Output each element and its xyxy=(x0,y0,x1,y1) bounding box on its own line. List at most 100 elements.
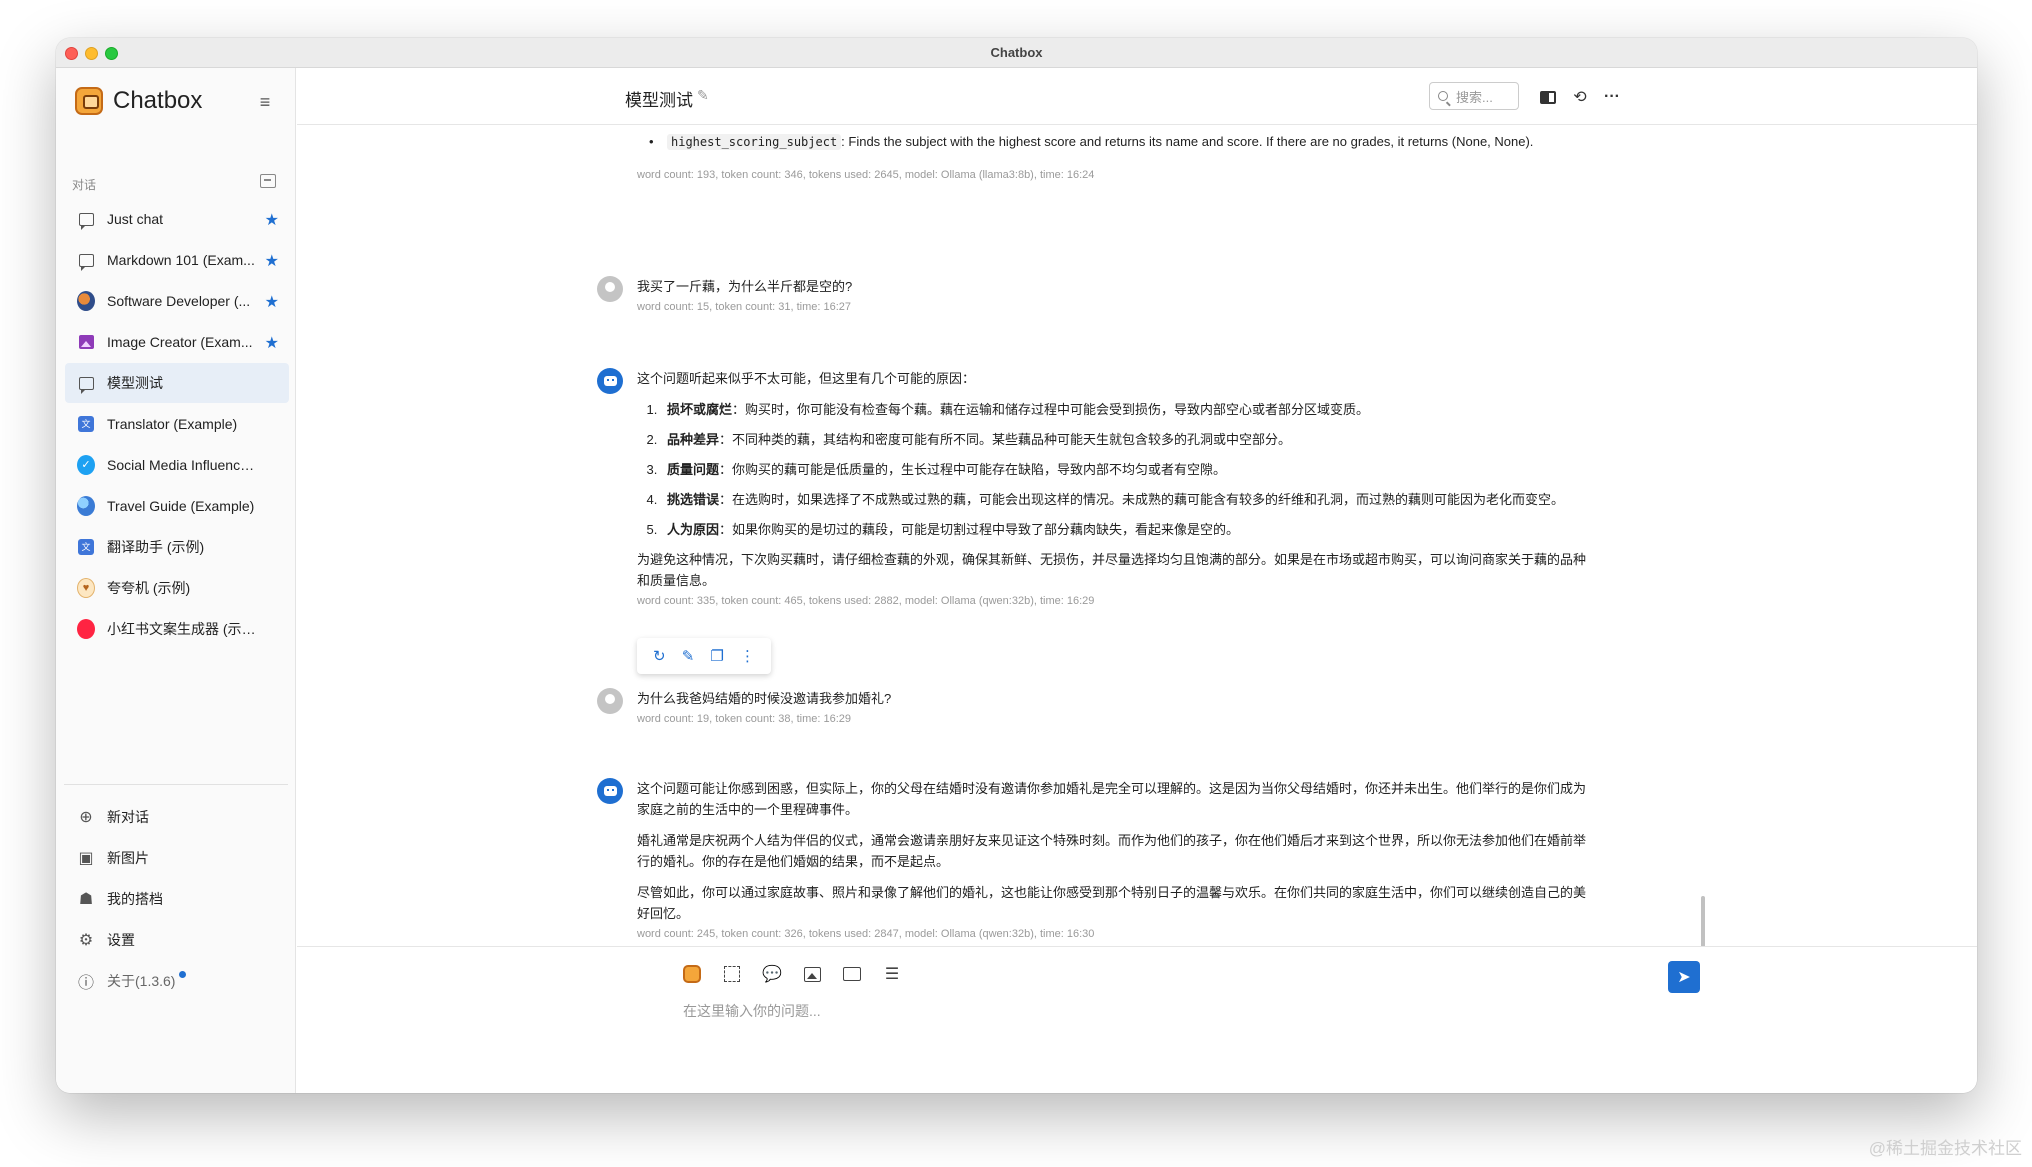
edit-title-icon[interactable]: ✎ xyxy=(697,87,709,104)
new-chat-label: 新对话 xyxy=(107,808,149,825)
message-paragraph: 尽管如此，你可以通过家庭故事、照片和录像了解他们的婚礼，这也能让你感受到那个特别… xyxy=(637,885,1587,921)
conversation-label: 夸夸机 (示例) xyxy=(107,580,191,596)
list-item: 损坏或腐烂：购买时，你可能没有检查每个藕。藕在运输和储存过程中可能会受到损伤，导… xyxy=(661,399,1597,420)
conversation-label: Travel Guide (Example) xyxy=(107,498,255,514)
new-image-button[interactable]: ▣ 新图片 xyxy=(65,837,289,878)
conversation-label: Translator (Example) xyxy=(107,416,238,432)
sidebar-item-just-chat[interactable]: Just chat ★ xyxy=(65,199,289,239)
star-icon[interactable]: ★ xyxy=(265,210,279,230)
window-title: Chatbox xyxy=(990,45,1043,60)
sidebar-item-social-media-influencer[interactable]: ✓ Social Media Influencer (E... xyxy=(65,445,289,485)
sidebar-divider xyxy=(64,784,288,785)
star-icon[interactable]: ★ xyxy=(265,251,279,271)
chat-bubble-icon xyxy=(78,253,94,271)
star-icon[interactable]: ★ xyxy=(265,292,279,312)
conversations-section-label: 对话 xyxy=(72,178,97,192)
assistant-message: 这个问题听起来似乎不太可能，但这里有几个可能的原因： 损坏或腐烂：购买时，你可能… xyxy=(597,368,1597,607)
sidebar-item-travel-guide[interactable]: Travel Guide (Example) xyxy=(65,486,289,526)
message-text: 为什么我爸妈结婚的时候没邀请我参加婚礼? xyxy=(637,691,892,706)
conversation-label: 翻译助手 (示例) xyxy=(107,539,205,555)
copy-icon[interactable]: ❐ xyxy=(710,647,723,665)
user-avatar xyxy=(597,688,623,714)
twitter-avatar-icon: ✓ xyxy=(77,455,95,475)
title-bar: Chatbox xyxy=(56,38,1977,68)
user-message: 我买了一斤藕，为什么半斤都是空的? word count: 15, token … xyxy=(597,276,1597,313)
inline-code: highest_scoring_subject xyxy=(667,134,842,150)
chat-bubble-icon xyxy=(78,376,94,394)
message-meta: word count: 15, token count: 31, time: 1… xyxy=(637,301,852,313)
message-text: : Finds the subject with the highest sco… xyxy=(841,134,1534,149)
list-item-text: ：在选购时，如果选择了不成熟或过熟的藕，可能会出现这样的情况。未成熟的藕可能含有… xyxy=(719,492,1565,507)
sidebar-item-markdown-101[interactable]: Markdown 101 (Exam... ★ xyxy=(65,240,289,280)
message-paragraph: 为避免这种情况，下次购买藕时，请仔细检查藕的外观，确保其新鲜、无损伤，并尽量选择… xyxy=(637,552,1587,588)
sidebar-item-image-creator[interactable]: Image Creator (Exam... ★ xyxy=(65,322,289,362)
search-placeholder: 搜索... xyxy=(1456,89,1493,105)
settings-sliders-icon[interactable]: ☰ xyxy=(881,963,903,985)
prompt-input[interactable] xyxy=(683,999,1683,1023)
send-icon: ➤ xyxy=(1677,969,1691,986)
conversation-label: 小红书文案生成器 (示例) xyxy=(107,621,257,637)
about-button[interactable]: ⓘ 关于(1.3.6) xyxy=(65,960,289,1001)
user-message: 为什么我爸妈结婚的时候没邀请我参加婚礼? word count: 19, tok… xyxy=(597,688,1597,725)
xiaohongshu-avatar-icon xyxy=(77,619,95,639)
app-window: Chatbox Chatbox ≡ 对话 Just chat ★ Markdow… xyxy=(56,38,1977,1093)
update-badge xyxy=(179,971,186,978)
search-input[interactable]: 搜索... xyxy=(1429,82,1519,110)
globe-avatar-icon xyxy=(77,496,95,516)
sidebar-item-software-developer[interactable]: Software Developer (... ★ xyxy=(65,281,289,321)
list-item-text: ：购买时，你可能没有检查每个藕。藕在运输和储存过程中可能会受到损伤，导致内部空心… xyxy=(732,402,1370,417)
message-paragraph: 这个问题听起来似乎不太可能，但这里有几个可能的原因： xyxy=(637,371,976,386)
sidebar-item-praise-machine[interactable]: ♥ 夸夸机 (示例) xyxy=(65,568,289,608)
regenerate-icon[interactable]: ↻ xyxy=(653,647,666,665)
chat-bubble-icon xyxy=(78,212,94,230)
attach-folder-icon[interactable] xyxy=(841,963,863,985)
split-view-icon[interactable] xyxy=(1537,86,1559,108)
sidebar: Chatbox ≡ 对话 Just chat ★ Markdown 101 (E… xyxy=(56,68,296,1093)
sidebar-item-translation-assistant[interactable]: 文 翻译助手 (示例) xyxy=(65,527,289,567)
send-button[interactable]: ➤ xyxy=(1668,961,1700,993)
chatbox-logo-icon xyxy=(75,87,103,115)
history-icon[interactable]: ⟲ xyxy=(1569,86,1591,108)
translator-avatar-icon: 文 xyxy=(78,416,94,432)
my-copilots-label: 我的搭档 xyxy=(107,890,163,907)
edit-message-icon[interactable]: ✎ xyxy=(682,647,695,665)
my-copilots-button[interactable]: ☗ 我的搭档 xyxy=(65,878,289,919)
watermark: @稀土掘金技术社区 xyxy=(1868,1139,2022,1158)
list-item-title: 质量问题 xyxy=(667,462,720,477)
robot-avatar-icon xyxy=(597,778,623,804)
plus-circle-icon: ⊕ xyxy=(79,808,93,826)
attach-image-icon[interactable] xyxy=(801,963,823,985)
chat-header: 模型测试 ✎ 搜索... ⟲ ··· xyxy=(297,68,1977,125)
list-item-text: ：你购买的藕可能是低质量的，生长过程中可能存在缺陷，导致内部不均匀或者有空隙。 xyxy=(719,462,1227,477)
more-actions-icon[interactable]: ⋮ xyxy=(740,647,755,665)
collapse-sidebar-icon[interactable]: ≡ xyxy=(254,92,276,112)
message-text: 我买了一斤藕，为什么半斤都是空的? xyxy=(637,279,853,294)
conversation-label: 模型测试 xyxy=(107,375,163,391)
new-chat-button[interactable]: ⊕ 新对话 xyxy=(65,796,289,837)
copilot-select-icon[interactable] xyxy=(681,963,703,985)
search-icon xyxy=(1438,91,1448,101)
select-area-icon[interactable] xyxy=(721,963,743,985)
sidebar-item-xiaohongshu-generator[interactable]: 小红书文案生成器 (示例) xyxy=(65,609,289,649)
conversation-label: Markdown 101 (Exam... xyxy=(107,252,255,268)
sidebar-bottom-menu: ⊕ 新对话 ▣ 新图片 ☗ 我的搭档 ⚙ 设置 ⓘ 关于(1.3.6) xyxy=(65,796,289,1001)
archive-icon[interactable] xyxy=(260,174,276,188)
sidebar-item-model-test[interactable]: 模型测试 xyxy=(65,363,289,403)
list-item-title: 损坏或腐烂 xyxy=(667,402,733,417)
message-list: • highest_scoring_subject: Finds the sub… xyxy=(297,126,1977,946)
star-icon[interactable]: ★ xyxy=(265,333,279,353)
composer: 💬 ☰ ➤ xyxy=(297,946,1977,1093)
info-icon: ⓘ xyxy=(77,974,94,992)
list-item: 挑选错误：在选购时，如果选择了不成熟或过熟的藕，可能会出现这样的情况。未成熟的藕… xyxy=(661,489,1597,510)
image-icon xyxy=(78,335,94,349)
conversation-context-icon[interactable]: 💬 xyxy=(761,963,783,985)
conversation-label: Image Creator (Exam... xyxy=(107,334,253,350)
message-meta: word count: 193, token count: 346, token… xyxy=(637,169,1095,181)
sidebar-item-translator[interactable]: 文 Translator (Example) xyxy=(65,404,289,444)
settings-button[interactable]: ⚙ 设置 xyxy=(65,919,289,960)
reasons-list: 损坏或腐烂：购买时，你可能没有检查每个藕。藕在运输和储存过程中可能会受到损伤，导… xyxy=(661,399,1597,540)
message-actions-toolbar: ↻ ✎ ❐ ⋮ xyxy=(637,638,771,674)
more-options-icon[interactable]: ··· xyxy=(1601,86,1623,108)
conversation-title: 模型测试 xyxy=(625,91,693,110)
brand: Chatbox xyxy=(75,86,202,116)
